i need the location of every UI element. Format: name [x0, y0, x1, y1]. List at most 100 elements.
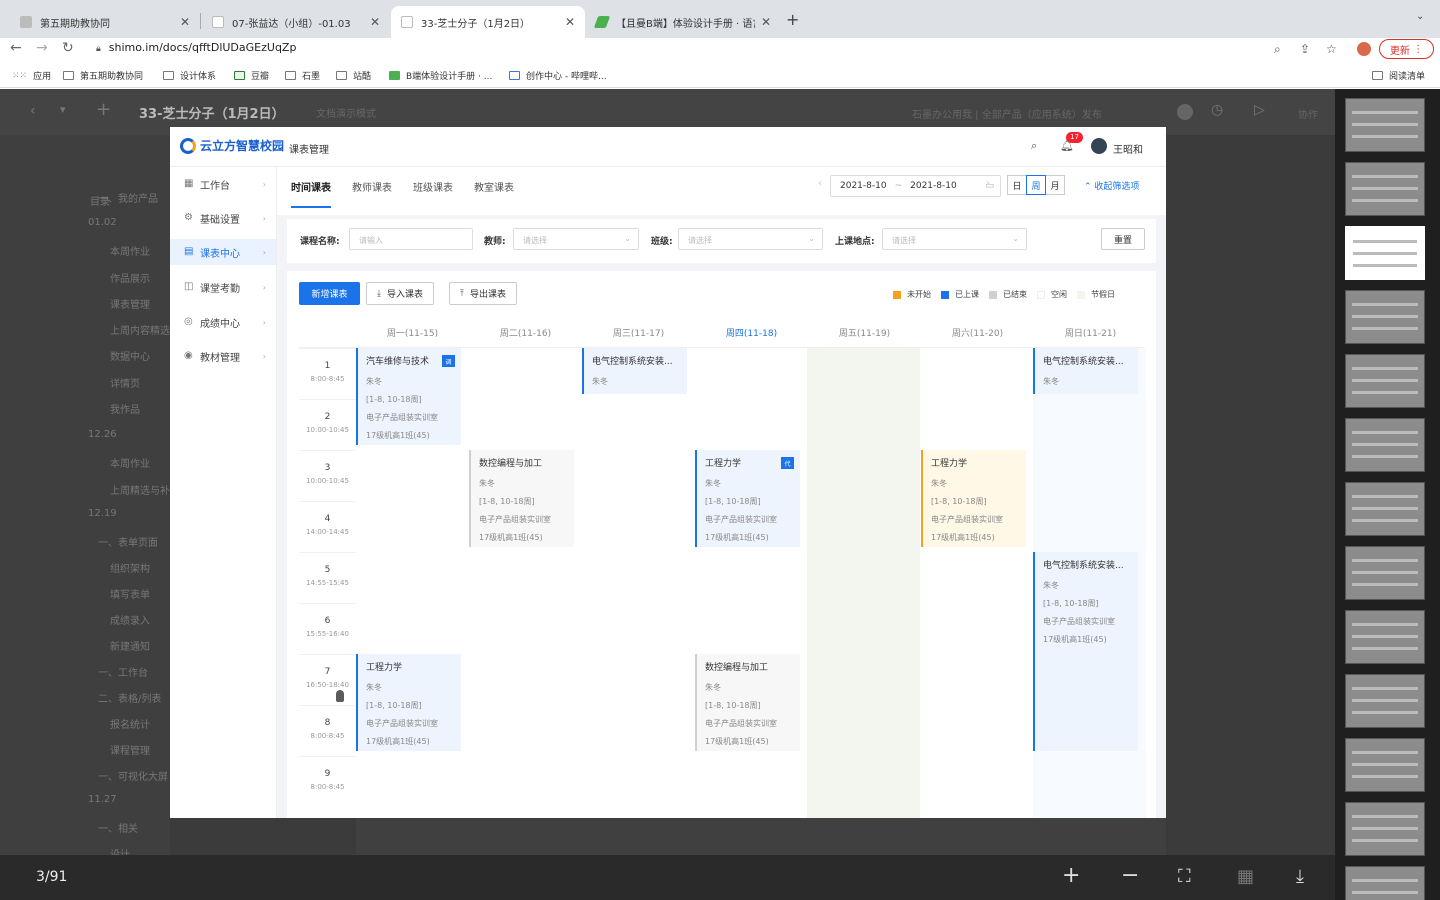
bookmark-item[interactable]: 站酷 — [336, 69, 371, 82]
close-tab-icon[interactable]: ✕ — [565, 15, 575, 29]
tab-class-timetable[interactable]: 班级课表 — [413, 179, 453, 206]
zoom-in-icon[interactable]: + — [1062, 863, 1080, 888]
course-card-in-class[interactable]: 电气控制系统安装... 朱冬 [1-8, 10-18周] 电子产品组装实训室 1… — [1033, 552, 1138, 751]
present-icon[interactable]: ▷ — [1254, 102, 1265, 118]
search-icon[interactable]: ⌕ — [1031, 139, 1037, 153]
course-card-in-class[interactable]: 工程力学 代 朱冬 [1-8, 10-18周] 电子产品组装实训室 17级机高1… — [695, 450, 800, 547]
slide-thumbnail[interactable] — [1345, 290, 1425, 344]
teacher-select[interactable]: 请选择 ⌄ — [513, 228, 639, 250]
fit-screen-icon[interactable]: ⛶ — [1178, 866, 1191, 887]
share-icon[interactable]: ⇪ — [1300, 42, 1310, 56]
bookmark-item[interactable]: 设计体系 — [163, 69, 216, 82]
location-select[interactable]: 请选择 ⌄ — [882, 228, 1027, 250]
outline-item[interactable]: 12.26 — [88, 429, 117, 440]
outline-item[interactable]: 新建通知 — [110, 638, 150, 653]
collapse-filters-button[interactable]: ⌃ 收起筛选项 — [1084, 179, 1139, 192]
back-arrow-icon[interactable]: ← — [10, 40, 22, 56]
slide-thumbnail[interactable] — [1345, 482, 1425, 536]
bookmark-item[interactable]: 豆瓣 — [234, 69, 269, 82]
browser-tab[interactable]: 【且曼B端】体验设计手册 · 语言 ✕ — [586, 6, 781, 38]
outline-item[interactable]: 作品展示 — [110, 270, 150, 285]
bookmark-item[interactable]: B端体验设计手册 · ... — [389, 69, 492, 82]
next-week-icon[interactable]: › — [986, 178, 990, 189]
outline-item[interactable]: 11.27 — [88, 794, 117, 805]
outline-item[interactable]: 详情页 — [110, 375, 140, 390]
outline-item[interactable]: 填写表单 — [110, 586, 150, 601]
nav-item-timetable-center[interactable]: ▤ 课表中心 › — [170, 239, 276, 265]
back-chevron-icon[interactable]: ‹ — [30, 103, 36, 119]
forward-arrow-icon[interactable]: → — [36, 40, 48, 56]
zoom-icon[interactable]: ⌕ — [1274, 42, 1281, 57]
outline-item[interactable]: 一、表单页面 — [98, 534, 158, 549]
browser-tab-active[interactable]: 33-芝士分子（1月2日） ✕ — [391, 6, 585, 38]
course-card-not-started[interactable]: 工程力学 朱冬 [1-8, 10-18周] 电子产品组装实训室 17级机高1班(… — [921, 450, 1026, 547]
bookmark-apps[interactable]: ⁙⁙ 应用 — [12, 69, 51, 83]
nav-item-grades[interactable]: ◎ 成绩中心 › — [170, 309, 276, 335]
add-icon[interactable]: + — [96, 99, 111, 120]
nav-item-textbooks[interactable]: ◉ 教材管理 › — [170, 343, 276, 369]
outline-item[interactable]: 一、我的产品 — [98, 190, 158, 205]
outline-item[interactable]: 报名统计 — [110, 716, 150, 731]
slide-thumbnail[interactable] — [1345, 738, 1425, 792]
outline-item[interactable]: 01.02 — [88, 217, 117, 228]
outline-item[interactable]: 本周作业 — [110, 243, 150, 258]
slide-thumbnail[interactable] — [1345, 418, 1425, 472]
view-day-button[interactable]: 日 — [1007, 175, 1027, 195]
outline-item[interactable]: 一、相关 — [98, 820, 138, 835]
collaborator-avatar[interactable] — [1177, 104, 1193, 120]
new-tab-button[interactable]: + — [786, 10, 799, 29]
close-tab-icon[interactable]: ✕ — [180, 15, 190, 29]
bookmark-item[interactable]: 第五期助教协同 — [63, 69, 143, 82]
outline-item[interactable]: 二、表格/列表 — [98, 690, 161, 705]
slide-thumbnail[interactable] — [1345, 802, 1425, 856]
collab-label[interactable]: 协作 — [1298, 106, 1318, 121]
reload-icon[interactable]: ↻ — [62, 40, 74, 56]
profile-avatar[interactable] — [1357, 42, 1371, 56]
tab-teacher-timetable[interactable]: 教师课表 — [352, 179, 392, 206]
outline-item[interactable]: 课程管理 — [110, 742, 150, 757]
slide-thumbnail[interactable] — [1345, 866, 1425, 900]
download-icon[interactable]: ⤓ — [1296, 866, 1304, 887]
user-avatar[interactable] — [1091, 138, 1107, 154]
update-button[interactable]: 更新 ⋮ — [1379, 39, 1434, 59]
class-select[interactable]: 请选择 ⌄ — [678, 228, 823, 250]
slide-thumbnail[interactable] — [1345, 674, 1425, 728]
outline-item[interactable]: 组织架构 — [110, 560, 150, 575]
nav-item-attendance[interactable]: ◫ 课堂考勤 › — [170, 274, 276, 300]
bookmark-item[interactable]: 石墨 — [285, 69, 320, 82]
slide-thumbnail[interactable] — [1345, 354, 1425, 408]
bookmark-item[interactable]: 创作中心 - 哔哩哔... — [509, 69, 607, 82]
course-card-ended[interactable]: 数控编程与加工 朱冬 [1-8, 10-18周] 电子产品组装实训室 17级机高… — [695, 654, 800, 751]
close-tab-icon[interactable]: ✕ — [761, 15, 771, 29]
browser-tab[interactable]: 07-张益达（小组）-01.03 ✕ — [202, 6, 390, 38]
address-bar[interactable]: 🔒︎ shimo.im/docs/qfftDlUDaGEzUqZp — [96, 41, 296, 54]
date-range-picker[interactable]: 2021-8-10 ~ 2021-8-10 ▭ — [830, 175, 1001, 197]
course-card-in-class[interactable]: 工程力学 朱冬 [1-8, 10-18周] 电子产品组装实训室 17级机高1班(… — [356, 654, 461, 751]
import-timetable-button[interactable]: ⤓ 导入课表 — [366, 282, 434, 305]
slide-thumbnail[interactable] — [1345, 98, 1425, 152]
browser-tab[interactable]: 第五期助教协同 ✕ — [10, 6, 200, 38]
reset-button[interactable]: 重置 — [1101, 228, 1145, 250]
grid-view-icon[interactable]: ▦ — [1237, 866, 1254, 887]
course-card-in-class[interactable]: 汽车维修与技术 调 朱冬 [1-8, 10-18周] 电子产品组装实训室 17级… — [356, 348, 461, 445]
slide-thumbnail[interactable] — [1345, 162, 1425, 216]
add-timetable-button[interactable]: 新增课表 — [299, 282, 360, 305]
slide-thumbnail[interactable] — [1345, 610, 1425, 664]
course-card-ended[interactable]: 数控编程与加工 朱冬 [1-8, 10-18周] 电子产品组装实训室 17级机高… — [469, 450, 574, 547]
user-name[interactable]: 王昭和 — [1113, 141, 1143, 156]
outline-item[interactable]: 上周内容精选 — [110, 322, 170, 337]
course-card-in-class[interactable]: 电气控制系统安装... 朱冬 — [582, 348, 687, 394]
outline-item[interactable]: 一、可视化大屏 — [98, 768, 168, 783]
course-name-input[interactable]: 请输入 — [349, 228, 473, 250]
outline-item[interactable]: 一、工作台 — [98, 664, 148, 679]
tab-time-timetable[interactable]: 时间课表 — [291, 179, 331, 208]
outline-item[interactable]: 数据中心 — [110, 348, 150, 363]
course-card-in-class[interactable]: 电气控制系统安装... 朱冬 — [1033, 348, 1138, 394]
nav-item-workbench[interactable]: ▦ 工作台 › — [170, 171, 276, 197]
tab-search-chevron-icon[interactable]: ⌄ — [1416, 11, 1424, 22]
export-timetable-button[interactable]: ⤒ 导出课表 — [449, 282, 517, 305]
outline-item[interactable]: 12.19 — [88, 508, 117, 519]
nav-item-basic-settings[interactable]: ⚙ 基础设置 › — [170, 205, 276, 231]
reading-list[interactable]: 阅读清单 — [1372, 69, 1425, 82]
slide-thumbnail[interactable] — [1345, 546, 1425, 600]
